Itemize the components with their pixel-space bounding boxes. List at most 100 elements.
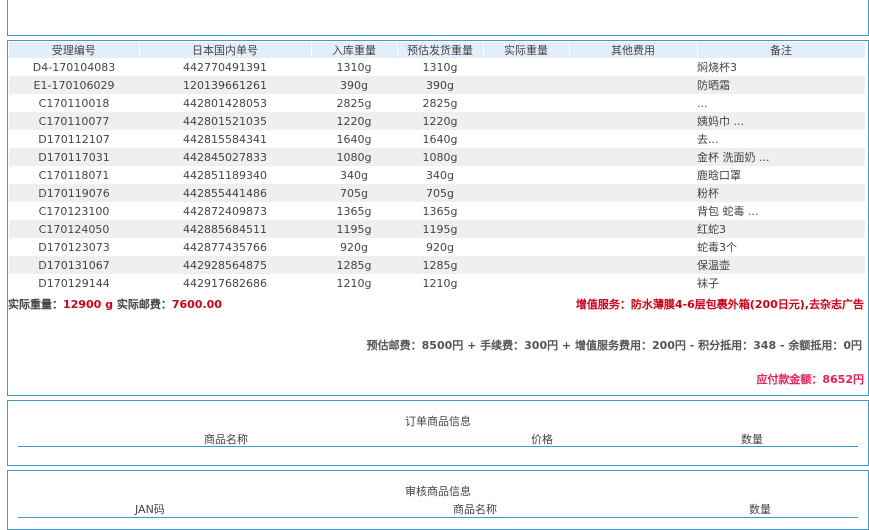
remark-cell: 袜子 <box>697 277 719 290</box>
table-row: C170110018 442801428053 2825g 2825g... <box>9 94 865 112</box>
column-header: 日本国内单号 <box>139 42 312 58</box>
actual-weight-cell <box>483 112 569 130</box>
actual-weight-cell <box>483 58 569 76</box>
other-fees-cell <box>569 274 697 292</box>
value-added-service: 增值服务：防水薄膜4-6层包裹外箱(200日元),去杂志广告 <box>575 298 864 311</box>
inbound-weight-cell: 1285g <box>311 256 397 274</box>
remark-cell: ... <box>697 96 708 110</box>
top-panel <box>7 0 869 36</box>
receipt-id-cell: D170119076 <box>9 184 139 202</box>
remark-cell: 鹿晗口罩 <box>697 169 741 182</box>
table-row: D170123073 442877435766 920g 920g 蛇毒3个 <box>9 238 865 256</box>
order-items-title: 订单商品信息 <box>405 415 471 428</box>
remark-cell: 背包 蛇毒 ... <box>697 205 759 218</box>
actual-weight-cell <box>483 274 569 292</box>
inbound-weight-cell: 1220g <box>311 112 397 130</box>
other-fees-cell <box>569 94 697 112</box>
jp-tracking-no-cell: 442851189340 <box>183 168 267 182</box>
actual-postage-label: 实际邮费： <box>116 298 172 311</box>
receipt-id-cell: C170124050 <box>9 220 139 238</box>
actual-weight-cell <box>483 166 569 184</box>
inbound-weight-cell: 1310g <box>336 60 372 74</box>
remark-cell: 红蛇3 <box>697 220 865 238</box>
receipt-id-cell: D170112107 <box>38 132 110 146</box>
inbound-weight-cell: 1080g <box>311 148 397 166</box>
table-row: E1-170106029 120139661261 390g 390g 防晒霜 <box>9 76 865 94</box>
actual-weight-cell <box>483 130 569 148</box>
actual-weight-cell <box>483 184 569 202</box>
actual-weight-cell <box>483 76 569 94</box>
estimated-weight-cell: 920g <box>426 240 454 254</box>
estimated-weight-cell: 1080g <box>397 148 483 166</box>
table-row: D4-170104083 442770491391 1310g 1310g 焖烧杯3 <box>9 58 865 76</box>
jp-tracking-no-cell: 442801521035 <box>139 112 311 130</box>
other-fees-cell <box>569 112 697 130</box>
remark-cell: 粉杯 <box>697 184 865 202</box>
receipt-id-cell: E1-170106029 <box>9 76 139 94</box>
actual-weight-summary: 实际重量：12900 g 实际邮费：7600.00 <box>8 296 222 312</box>
receipt-id-cell: C170118071 <box>38 168 110 182</box>
inbound-weight-cell: 1195g <box>311 220 397 238</box>
actual-weight-cell <box>483 220 569 238</box>
actual-weight-cell <box>483 94 569 112</box>
receipt-id-cell: C170110018 <box>38 96 110 110</box>
actual-weight-cell <box>483 202 569 220</box>
remark-cell: 金杯 洗面奶 ... <box>697 148 865 166</box>
estimated-weight-cell: 1210g <box>422 276 458 290</box>
other-fees-cell <box>569 184 697 202</box>
table-row: D170131067 442928564875 1285g 1285g 保温壶 <box>9 256 865 274</box>
jp-tracking-no-cell: 442885684511 <box>139 220 311 238</box>
jp-tracking-no-cell: 120139661261 <box>139 76 311 94</box>
jp-tracking-no-cell: 442928564875 <box>139 256 311 274</box>
actual-weight-label: 实际重量： <box>8 298 63 311</box>
column-header: 实际重量 <box>483 42 570 58</box>
inbound-weight-cell: 705g <box>311 184 397 202</box>
jp-tracking-no-cell: 442877435766 <box>183 240 267 254</box>
jp-tracking-no-cell: 442815584341 <box>183 132 267 146</box>
order-col-price: 价格 <box>531 433 553 446</box>
receipt-id-cell: D170117031 <box>9 148 139 166</box>
estimated-weight-cell: 1365g <box>422 204 458 218</box>
estimated-weight-cell: 1195g <box>397 220 483 238</box>
other-fees-cell <box>569 238 697 256</box>
remark-cell: 蛇毒3个 <box>697 241 737 254</box>
table-row: C170110077 442801521035 1220g 1220g 姨妈巾 ... <box>9 112 865 130</box>
table-header-row: 受理编号 日本国内单号 入库重量 预估发货重量 实际重量 其他费用 备注 <box>9 42 866 58</box>
jp-tracking-no-cell: 442872409873 <box>183 204 267 218</box>
receipt-id-cell: D4-170104083 <box>32 60 116 74</box>
order-col-qty: 数量 <box>741 433 763 446</box>
audit-col-name: 商品名称 <box>453 503 497 516</box>
jp-tracking-no-cell: 442855441486 <box>139 184 311 202</box>
receipt-id-cell: D170123073 <box>38 240 110 254</box>
shipment-table: 受理编号 日本国内单号 入库重量 预估发货重量 实际重量 其他费用 备注 D4-170104… <box>9 42 866 292</box>
inbound-weight-cell: 340g <box>340 168 368 182</box>
column-header: 入库重量 <box>311 42 398 58</box>
actual-weight-cell <box>483 256 569 274</box>
other-fees-cell <box>569 148 697 166</box>
table-row: C170118071 442851189340 340g 340g 鹿晗口罩 <box>9 166 865 184</box>
shipment-panel: 受理编号 日本国内单号 入库重量 预估发货重量 实际重量 其他费用 备注 D4-170104… <box>7 40 869 396</box>
order-items-panel: 订单商品信息 商品名称 价格 数量 <box>7 400 869 466</box>
audit-items-panel: 审核商品信息 JAN码 商品名称 数量 <box>7 470 869 530</box>
audit-items-title: 审核商品信息 <box>405 485 471 498</box>
column-header: 其他费用 <box>569 42 698 58</box>
order-col-name: 商品名称 <box>204 433 248 446</box>
remark-cell: 焖烧杯3 <box>697 61 737 74</box>
jp-tracking-no-cell: 442770491391 <box>183 60 267 74</box>
estimated-weight-cell: 705g <box>397 184 483 202</box>
remark-cell: 去... <box>697 133 719 146</box>
actual-weight-cell <box>483 238 569 256</box>
table-row: D170119076 442855441486 705g 705g 粉杯 <box>9 184 865 202</box>
audit-header-divider <box>18 517 858 518</box>
remark-cell: 防晒霜 <box>697 76 865 94</box>
amount-due: 应付款金额：8652円 <box>756 373 864 386</box>
jp-tracking-no-cell: 442917682686 <box>183 276 267 290</box>
estimated-weight-cell: 1220g <box>397 112 483 130</box>
estimated-weight-cell: 1310g <box>422 60 458 74</box>
inbound-weight-cell: 1210g <box>336 276 372 290</box>
receipt-id-cell: D170131067 <box>9 256 139 274</box>
inbound-weight-cell: 1365g <box>336 204 372 218</box>
estimated-weight-cell: 340g <box>426 168 454 182</box>
column-header: 预估发货重量 <box>397 42 484 58</box>
table-row: C170124050 442885684511 1195g 1195g 红蛇3 <box>9 220 865 238</box>
